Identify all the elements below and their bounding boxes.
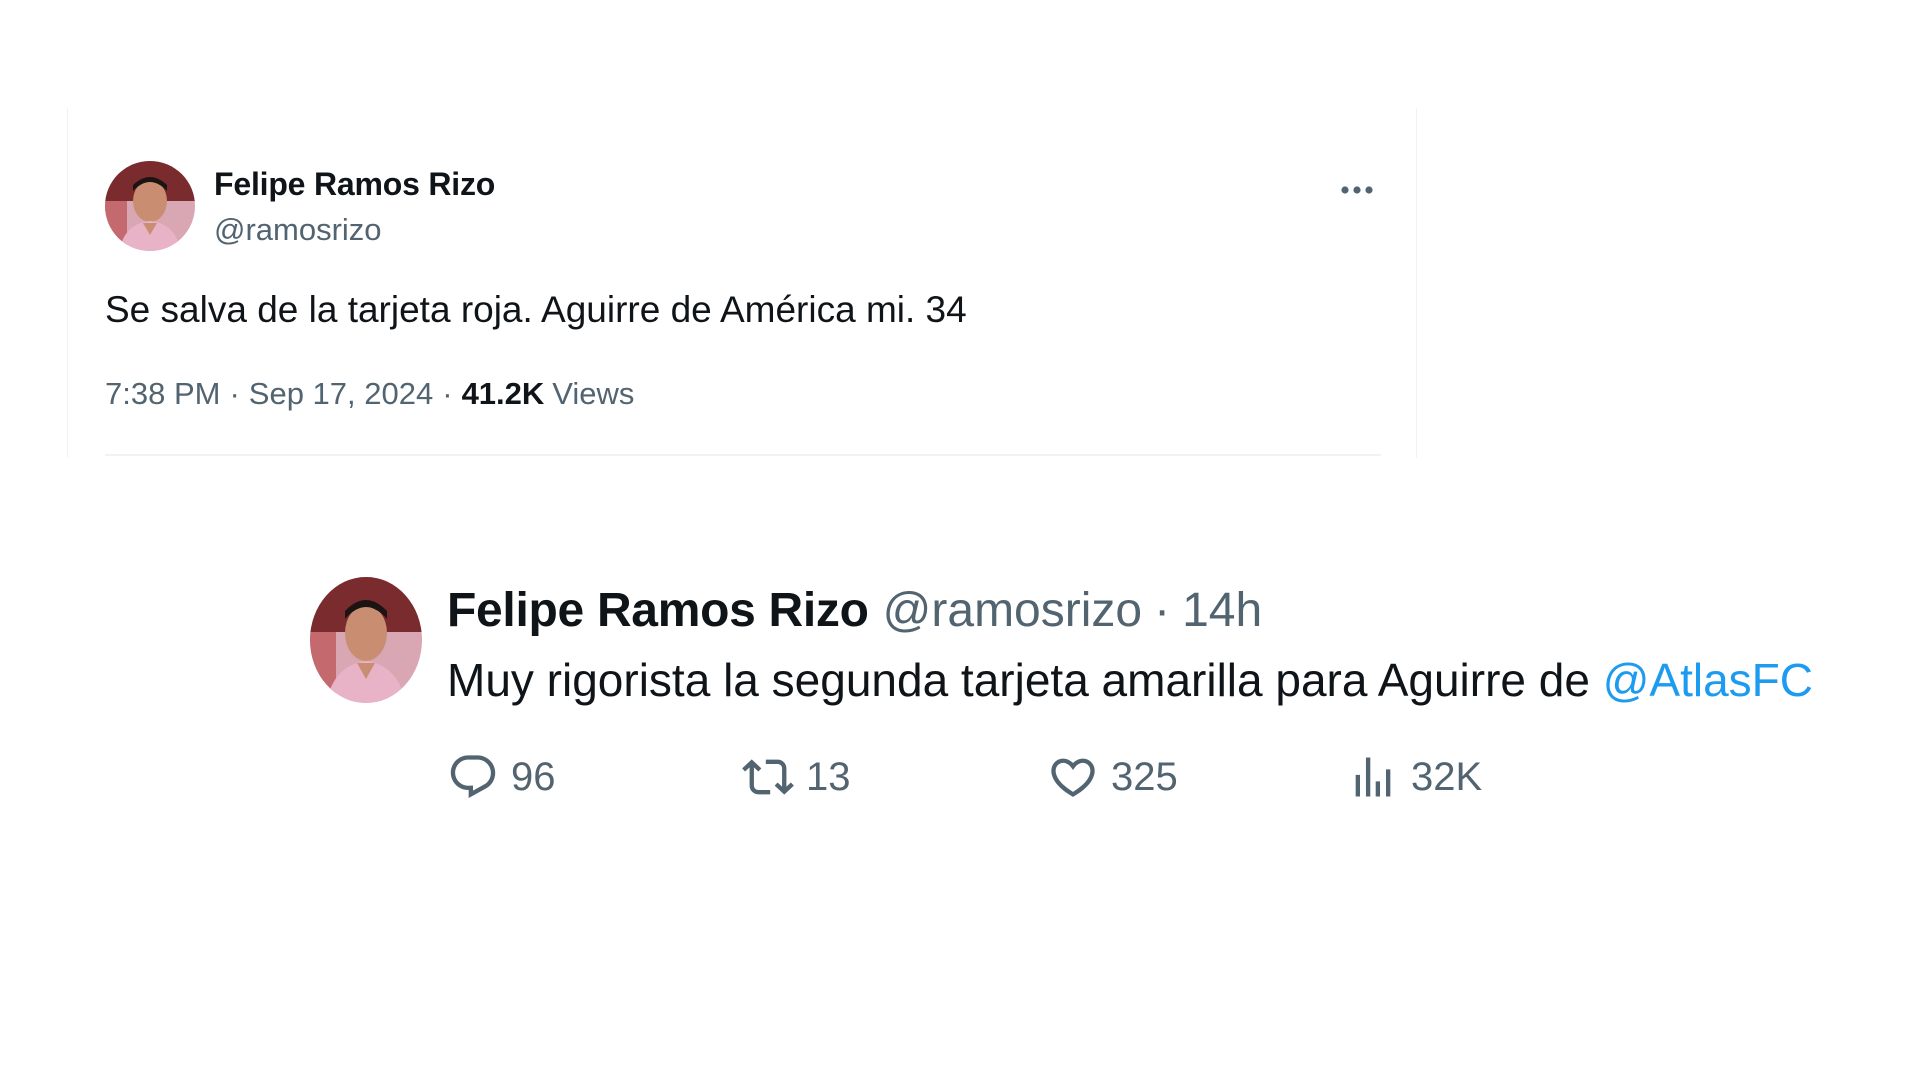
reply-button[interactable]: 96 <box>447 747 556 807</box>
tweet-time[interactable]: 14h <box>1182 583 1262 638</box>
author-name[interactable]: Felipe Ramos Rizo <box>214 166 495 203</box>
avatar-image <box>310 577 422 703</box>
tweet-header: Felipe Ramos Rizo @ramosrizo · 14h <box>447 583 1262 638</box>
heart-icon <box>1051 758 1095 797</box>
views-count[interactable]: 41.2K <box>462 376 545 412</box>
tweet-actions: 96 13 325 32K <box>447 747 1547 807</box>
views-count: 32K <box>1411 754 1483 799</box>
tweet-text: Se salva de la tarjeta roja. Aguirre de … <box>105 289 967 330</box>
mention-link[interactable]: @AtlasFC <box>1603 654 1813 706</box>
tweet-text-body: Muy rigorista la segunda tarjeta amarill… <box>447 654 1603 706</box>
avatar[interactable] <box>310 577 422 703</box>
divider <box>105 454 1381 456</box>
retweet-count: 13 <box>806 754 851 799</box>
like-count: 325 <box>1111 754 1178 799</box>
more-options-button[interactable] <box>1335 168 1379 212</box>
timeline-tweet[interactable]: Felipe Ramos Rizo @ramosrizo · 14h Muy r… <box>310 575 1900 815</box>
meta-separator: · <box>442 376 453 411</box>
author-name[interactable]: Felipe Ramos Rizo <box>447 583 869 638</box>
meta-separator: · <box>229 376 240 411</box>
reply-icon <box>450 755 496 799</box>
retweet-icon <box>742 759 794 795</box>
tweet-detail[interactable]: Felipe Ramos Rizo @ramosrizo Se salva de… <box>67 108 1417 458</box>
author-handle[interactable]: @ramosrizo <box>883 583 1142 638</box>
views-label[interactable]: Views <box>552 376 634 412</box>
avatar-image <box>105 161 195 251</box>
tweet-metadata: 7:38 PM · Sep 17, 2024 · 41.2K Views <box>105 376 634 412</box>
header-separator: · <box>1154 584 1171 637</box>
more-horizontal-icon <box>1341 186 1373 194</box>
views-button[interactable]: 32K <box>1347 747 1482 807</box>
author-handle[interactable]: @ramosrizo <box>214 212 382 248</box>
like-button[interactable]: 325 <box>1047 747 1178 807</box>
retweet-button[interactable]: 13 <box>742 747 851 807</box>
tweet-text: Muy rigorista la segunda tarjeta amarill… <box>447 653 1813 707</box>
screenshot-canvas: Felipe Ramos Rizo @ramosrizo Se salva de… <box>0 0 1920 1080</box>
tweet-date[interactable]: Sep 17, 2024 <box>249 376 433 412</box>
tweet-time[interactable]: 7:38 PM <box>105 376 220 412</box>
reply-count: 96 <box>511 754 556 799</box>
analytics-icon <box>1355 757 1391 797</box>
avatar[interactable] <box>105 161 195 251</box>
